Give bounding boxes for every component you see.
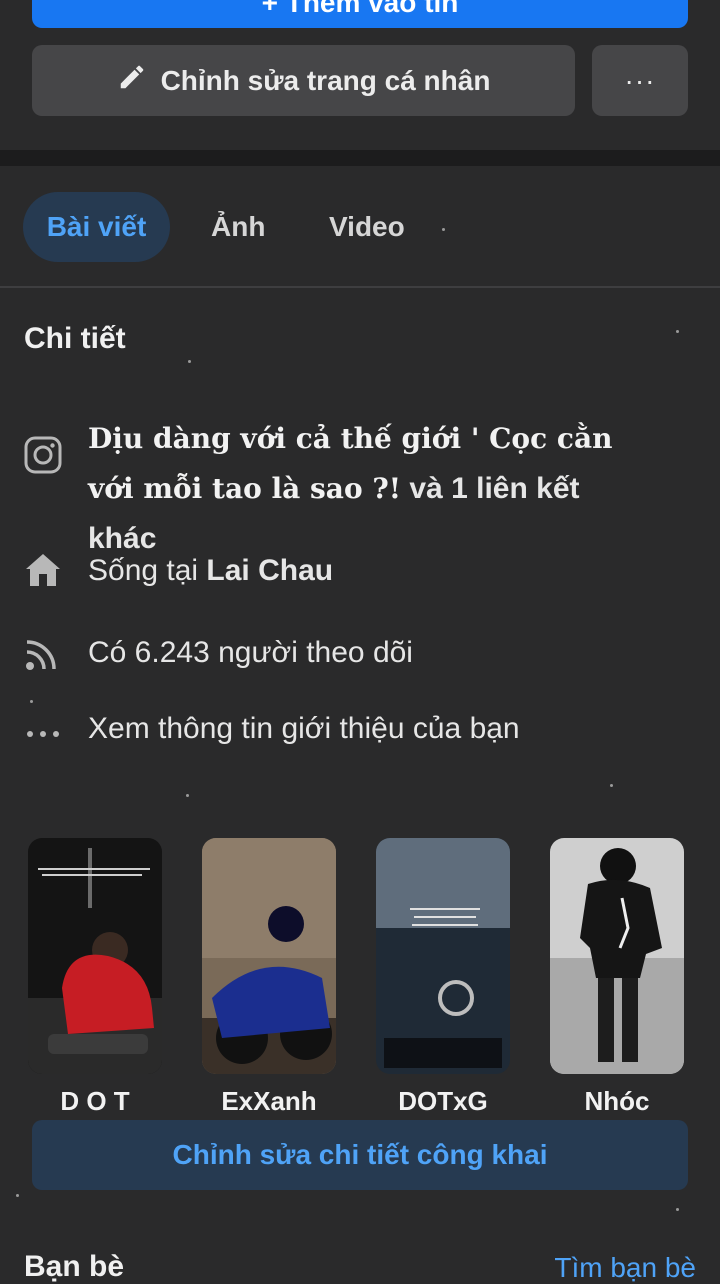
home-icon [24, 552, 62, 588]
background-speck [30, 700, 33, 703]
edit-public-details-label: Chỉnh sửa chi tiết công khai [172, 1139, 548, 1170]
background-speck [188, 360, 191, 363]
background-speck [16, 1194, 19, 1197]
featured-card[interactable] [376, 838, 510, 1074]
find-friends-link[interactable]: Tìm bạn bè [554, 1252, 696, 1284]
details-title: Chi tiết [24, 322, 126, 355]
lives-in-row: Sống tại Lai Chau [24, 546, 704, 596]
tab-photos-label: Ảnh [211, 211, 266, 242]
featured-label: DOTxG [398, 1086, 488, 1116]
edit-profile-label: Chỉnh sửa trang cá nhân [160, 64, 491, 96]
featured-card[interactable] [28, 838, 162, 1074]
more-options-button[interactable]: ··· [592, 45, 688, 116]
tab-posts[interactable]: Bài viết [23, 192, 170, 262]
tabs-divider [0, 286, 720, 288]
background-speck [186, 794, 189, 797]
background-speck [676, 330, 679, 333]
tab-photos[interactable]: Ảnh [211, 192, 265, 262]
featured-thumbnail [376, 838, 510, 1074]
edit-profile-button[interactable]: Chỉnh sửa trang cá nhân [32, 45, 575, 116]
featured-label: Nhóc [584, 1086, 650, 1116]
featured-card[interactable] [202, 838, 336, 1074]
instagram-icon [24, 436, 62, 474]
featured-card[interactable] [550, 838, 684, 1074]
about-row[interactable]: Xem thông tin giới thiệu của bạn [24, 704, 704, 754]
followers-row[interactable]: Có 6.243 người theo dõi [24, 628, 704, 678]
section-divider [0, 150, 720, 166]
featured-thumbnail [202, 838, 336, 1074]
add-to-story-label: + Thêm vào tin [261, 0, 459, 18]
followers-text: Có 6.243 người theo dõi [88, 636, 413, 669]
more-dots-icon [24, 710, 62, 748]
rss-icon [24, 634, 62, 672]
friends-title: Bạn bè [24, 1250, 125, 1283]
featured-thumbnail [28, 838, 162, 1074]
background-speck [676, 1208, 679, 1211]
tab-videos[interactable]: Video [329, 192, 405, 262]
pencil-icon [117, 62, 147, 99]
background-speck [610, 784, 613, 787]
featured-thumbnail [550, 838, 684, 1074]
add-to-story-button[interactable]: + Thêm vào tin [32, 0, 688, 28]
tab-videos-label: Video [329, 211, 405, 242]
lives-in-prefix: Sống tại [88, 554, 207, 587]
background-speck [442, 228, 445, 231]
featured-label: ExXanh [221, 1086, 317, 1116]
more-dots-icon: ··· [624, 64, 656, 96]
edit-public-details-button[interactable]: Chỉnh sửa chi tiết công khai [32, 1120, 688, 1190]
featured-label: D O T [60, 1086, 130, 1116]
lives-in-place[interactable]: Lai Chau [206, 554, 333, 587]
instagram-link-row[interactable]: Dịu dàng với cả thế giới ' Cọc cằn với m… [24, 414, 704, 564]
about-text: Xem thông tin giới thiệu của bạn [88, 712, 520, 745]
tab-posts-label: Bài viết [46, 211, 147, 242]
